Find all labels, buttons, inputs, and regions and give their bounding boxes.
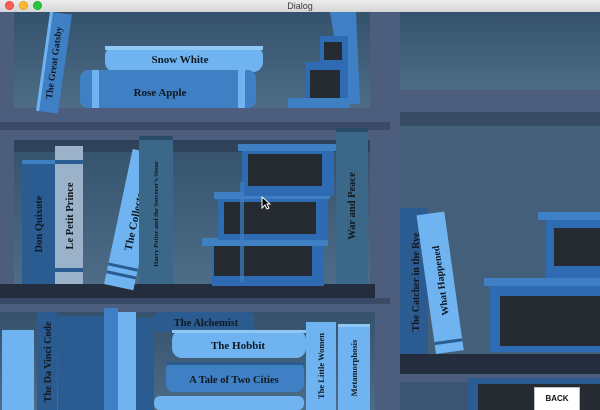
book-don-quixote[interactable]: Don Quixote xyxy=(22,160,55,284)
book-title-catcher-in-the-rye: The Catcher in the Rye xyxy=(411,232,422,331)
book-harry-potter[interactable]: Harry Potter and the Sorcerer's Stone xyxy=(139,136,173,284)
book-title-tale-of-two-cities: A Tale of Two Cities xyxy=(189,375,278,386)
book-snow-white[interactable]: Snow White xyxy=(105,46,263,72)
book-title-da-vinci-code: The Da Vinci Code xyxy=(43,321,54,402)
book-da-vinci-code[interactable]: The Da Vinci Code xyxy=(37,312,57,410)
book-title-metamorphosis: Metamorphosis xyxy=(349,339,359,396)
book-the-hobbit[interactable]: The Hobbit xyxy=(172,330,306,358)
mouse-cursor-icon xyxy=(261,196,271,210)
book-title-don-quixote: Don Quixote xyxy=(34,195,45,252)
book-title-harry-potter: Harry Potter and the Sorcerer's Stone xyxy=(153,161,160,267)
book-le-petit-prince[interactable]: Le Petit Prince xyxy=(55,146,83,284)
window-title: Dialog xyxy=(287,1,313,11)
book-title-le-petit-prince: Le Petit Prince xyxy=(65,182,76,249)
book-title-the-little-women: The Little Women xyxy=(316,333,326,399)
book-title-rose-apple: Rose Apple xyxy=(134,87,187,99)
back-button[interactable]: BACK xyxy=(534,387,580,410)
book-tale-of-two-cities[interactable]: A Tale of Two Cities xyxy=(166,362,304,392)
bookshelf-scene: The Great Gatsby Snow White Rose Apple D… xyxy=(0,12,600,410)
book-title-snow-white: Snow White xyxy=(152,54,209,66)
book-title-war-and-peace: War and Peace xyxy=(347,172,358,240)
book-war-and-peace[interactable]: War and Peace xyxy=(336,128,368,284)
book-the-little-women[interactable]: The Little Women xyxy=(306,322,336,410)
book-rose-apple[interactable]: Rose Apple xyxy=(80,70,256,108)
book-the-alchemist[interactable]: The Alchemist xyxy=(154,312,254,332)
book-title-the-hobbit: The Hobbit xyxy=(211,340,265,352)
book-untitled-bottom xyxy=(154,396,304,410)
dialog-window: Dialog The Great Gatsby Snow White Rose … xyxy=(0,0,600,410)
book-metamorphosis[interactable]: Metamorphosis xyxy=(338,324,370,410)
book-title-the-alchemist: The Alchemist xyxy=(174,318,239,329)
